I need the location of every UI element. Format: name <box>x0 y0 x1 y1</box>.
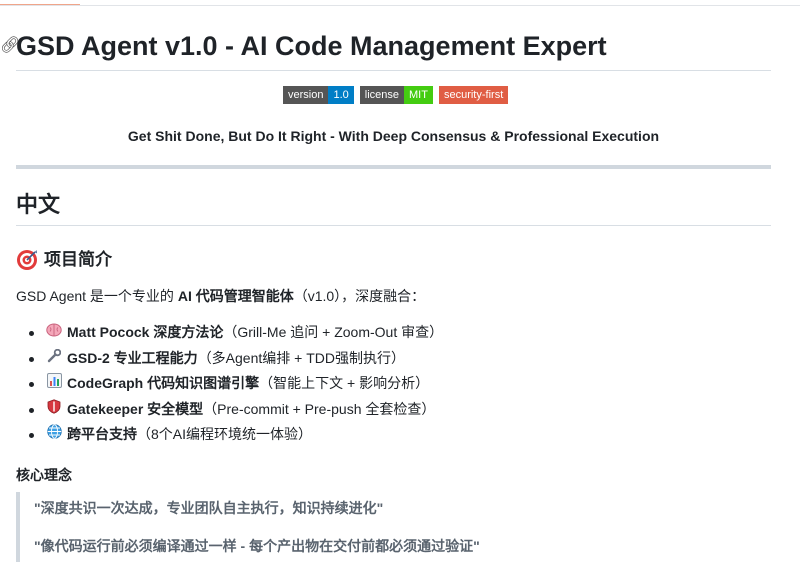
top-divider <box>0 5 800 6</box>
section-heading-divider <box>16 225 771 226</box>
list-item: CodeGraph 代码知识图谱引擎（智能上下文 + 影响分析） <box>28 371 443 397</box>
security-badge-label: security-first <box>438 86 509 104</box>
wrench-icon <box>45 346 63 372</box>
feature-detail: （8个AI编程环境统一体验） <box>137 426 313 442</box>
link-icon[interactable]: 🔗︎ <box>0 28 20 64</box>
intro-heading: 项目简介 <box>16 247 112 273</box>
feature-detail: （Grill-Me 追问 + Zoom-Out 审查） <box>223 324 444 340</box>
security-badge[interactable]: security-first <box>438 86 509 104</box>
feature-title: GSD-2 专业工程能力 <box>67 349 198 366</box>
version-badge[interactable]: version 1.0 <box>283 86 354 104</box>
target-icon <box>17 250 37 270</box>
license-badge-value: MIT <box>404 86 433 104</box>
core-quote: "深度共识一次达成，专业团队自主执行，知识持续进化" "像代码运行前必须编译通过… <box>16 492 775 562</box>
feature-list: Matt Pocock 深度方法论（Grill-Me 追问 + Zoom-Out… <box>16 320 443 448</box>
quote-line: "像代码运行前必须编译通过一样 - 每个产出物在交付前都必须通过验证" <box>34 538 480 554</box>
intro-paragraph: GSD Agent 是一个专业的 AI 代码管理智能体（v1.0），深度融合： <box>16 285 425 307</box>
chart-icon <box>45 371 63 397</box>
core-heading: 核心理念 <box>16 467 72 483</box>
list-item: 跨平台支持（8个AI编程环境统一体验） <box>28 422 443 448</box>
list-item: Matt Pocock 深度方法论（Grill-Me 追问 + Zoom-Out… <box>28 320 444 346</box>
page-title-text: GSD Agent v1.0 - AI Code Management Expe… <box>16 31 607 61</box>
section-heading: 中文 <box>16 192 61 217</box>
feature-title: 跨平台支持 <box>67 426 137 442</box>
title-divider <box>16 70 771 71</box>
intro-suffix: （v1.0），深度融合： <box>293 288 426 304</box>
page-title: 🔗︎ GSD Agent v1.0 - AI Code Management E… <box>0 28 771 64</box>
intro-heading-text: 项目简介 <box>44 250 112 269</box>
intro-bold: AI 代码管理智能体 <box>177 288 294 304</box>
feature-title: Gatekeeper 安全模型 <box>67 400 204 417</box>
intro-prefix: GSD Agent 是一个专业的 <box>16 288 178 304</box>
shield-icon <box>45 397 63 423</box>
list-item: Gatekeeper 安全模型（Pre-commit + Pre-push 全套… <box>28 397 443 423</box>
section-divider <box>16 165 771 169</box>
list-item: GSD-2 专业工程能力（多Agent编排 + TDD强制执行） <box>28 346 443 372</box>
feature-title: CodeGraph 代码知识图谱引擎 <box>67 375 260 391</box>
feature-title: Matt Pocock 深度方法论 <box>67 324 224 340</box>
badge-row: version 1.0 license MIT security-first <box>283 86 509 104</box>
license-badge[interactable]: license MIT <box>359 86 433 104</box>
version-badge-value: 1.0 <box>328 86 354 104</box>
tagline: Get Shit Done, But Do It Right - With De… <box>127 128 660 144</box>
feature-detail: （多Agent编排 + TDD强制执行） <box>197 349 406 366</box>
brain-icon <box>45 320 63 346</box>
feature-detail: （智能上下文 + 影响分析） <box>259 375 430 391</box>
license-badge-label: license <box>359 86 405 104</box>
quote-line: "深度共识一次达成，专业团队自主执行，知识持续进化" <box>34 500 384 516</box>
version-badge-label: version <box>283 86 329 104</box>
globe-icon <box>45 422 63 448</box>
feature-detail: （Pre-commit + Pre-push 全套检查） <box>203 400 436 417</box>
